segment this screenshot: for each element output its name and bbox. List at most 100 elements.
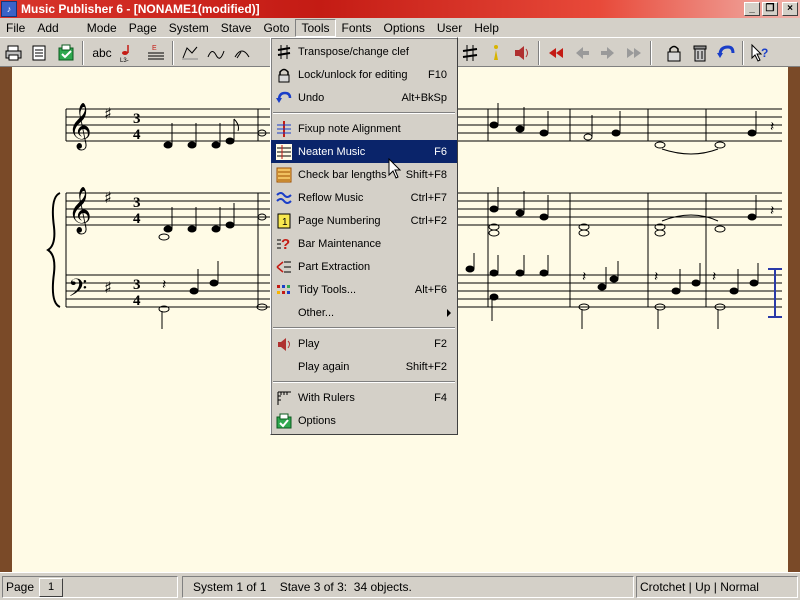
menu-item-play[interactable]: Play F2 [271, 332, 457, 355]
object-count: 34 objects. [353, 580, 412, 594]
menu-user[interactable]: User [431, 19, 468, 37]
menu-separator [271, 109, 457, 117]
svg-text:𝄽: 𝄽 [654, 269, 658, 285]
svg-text:E: E [152, 45, 157, 52]
page-number-icon: 1 [274, 211, 293, 230]
tie-icon[interactable] [232, 43, 252, 63]
note-info: Crotchet | Up | Normal [636, 576, 798, 598]
mouse-cursor-icon [388, 157, 402, 183]
menu-help[interactable]: Help [468, 19, 505, 37]
menu-item-bar-maintenance[interactable]: ? Bar Maintenance [271, 232, 457, 255]
close-button[interactable]: × [782, 2, 798, 16]
key-sharp-1: ♯ [104, 104, 112, 123]
brace [46, 192, 61, 308]
page-indicator: Page 1 [2, 576, 178, 598]
neaten-icon [274, 142, 293, 161]
beam-icon[interactable] [206, 43, 226, 63]
svg-text:𝄽: 𝄽 [712, 269, 716, 285]
text-button[interactable]: abc [89, 43, 115, 63]
svg-text:?: ? [281, 236, 290, 252]
lock-icon [274, 65, 293, 84]
menu-file[interactable]: File [0, 19, 31, 37]
back-icon[interactable] [572, 43, 592, 63]
menu-item-play-again[interactable]: Play again Shift+F2 [271, 355, 457, 378]
key-sharp-2: ♯ [104, 188, 112, 207]
menu-item-lock[interactable]: Lock/unlock for editing F10 [271, 63, 457, 86]
menu-item-undo[interactable]: Undo Alt+BkSp [271, 86, 457, 109]
minimize-button[interactable]: _ [744, 2, 760, 16]
menu-goto[interactable]: Goto [257, 19, 295, 37]
menu-item-options[interactable]: Options [271, 409, 457, 432]
time-sig-top-3: 3 [133, 277, 141, 293]
menu-item-tidy-tools[interactable]: Tidy Tools... Alt+F6 [271, 278, 457, 301]
menu-item-transpose[interactable]: Transpose/change clef [271, 40, 457, 63]
options-icon [274, 411, 293, 430]
menu-item-fixup-alignment[interactable]: Fixup note Alignment [271, 117, 457, 140]
lock-icon[interactable] [664, 43, 684, 63]
menu-item-check-bar-lengths[interactable]: Check bar lengths Shift+F8 [271, 163, 457, 186]
menu-bar: File Add Mode Page System Stave Goto Too… [0, 18, 800, 37]
notes-stave-1: 𝄽 [163, 103, 774, 155]
svg-text:1: 1 [282, 217, 288, 228]
svg-text:𝄽: 𝄽 [582, 269, 586, 285]
svg-text:𝄽: 𝄽 [770, 203, 774, 219]
stave-status: Stave 3 of 3: [279, 580, 348, 594]
sharp-icon [274, 42, 293, 61]
menu-fonts[interactable]: Fonts [336, 19, 378, 37]
options-icon[interactable] [56, 43, 76, 63]
fast-forward-icon[interactable] [624, 43, 644, 63]
time-sig-bottom-1: 4 [133, 127, 141, 143]
part-extraction-icon [274, 257, 293, 276]
speaker-icon[interactable] [512, 43, 532, 63]
page-setup-icon[interactable] [30, 43, 50, 63]
menu-item-with-rulers[interactable]: With Rulers F4 [271, 386, 457, 409]
menu-item-neaten-music[interactable]: Neaten Music F6 [271, 140, 457, 163]
chord-icon[interactable]: E [146, 43, 166, 63]
rewind-icon[interactable] [546, 43, 566, 63]
svg-text:?: ? [761, 46, 768, 60]
page-label: Page [6, 580, 35, 594]
menu-item-page-numbering[interactable]: 1 Page Numbering Ctrl+F2 [271, 209, 457, 232]
notes-stave-2: 𝄽 [158, 187, 774, 241]
menu-add[interactable]: Add [31, 19, 64, 37]
bass-clef: 𝄢 [68, 274, 87, 309]
menu-item-part-extraction[interactable]: Part Extraction [271, 255, 457, 278]
undo-icon [274, 88, 293, 107]
key-sharp-3: ♯ [104, 278, 112, 297]
menu-stave[interactable]: Stave [215, 19, 258, 37]
bar-check-icon [274, 165, 293, 184]
submenu-arrow-icon [447, 309, 451, 317]
menu-options[interactable]: Options [378, 19, 431, 37]
time-sig-top-2: 3 [133, 195, 141, 211]
menu-page[interactable]: Page [123, 19, 163, 37]
menu-item-other[interactable]: Other... [271, 301, 457, 324]
time-sig-bottom-2: 4 [133, 211, 141, 227]
menu-item-reflow-music[interactable]: Reflow Music Ctrl+F7 [271, 186, 457, 209]
menu-separator [271, 378, 457, 386]
system-status: System 1 of 1 [193, 580, 267, 594]
music-publisher-icon[interactable]: ♪ [1, 1, 17, 17]
menu-system[interactable]: System [163, 19, 215, 37]
menu-mode[interactable]: Mode [81, 19, 123, 37]
time-sig-bottom-3: 4 [133, 293, 141, 309]
help-icon[interactable]: ? [750, 43, 770, 63]
treble-clef-1: 𝄞 [68, 103, 92, 151]
menu-tools[interactable]: Tools [295, 18, 336, 37]
treble-clef-2: 𝄞 [68, 187, 92, 235]
tidy-icon [274, 280, 293, 299]
time-sig-top-1: 3 [133, 111, 141, 127]
note-icon[interactable]: L3- [118, 43, 138, 63]
forward-icon[interactable] [598, 43, 618, 63]
status-bar: Page 1 System 1 of 1 Stave 3 of 3: 34 ob… [0, 572, 800, 600]
slur-icon[interactable] [180, 43, 200, 63]
info-icon[interactable] [486, 43, 506, 63]
trash-icon[interactable] [690, 43, 710, 63]
print-icon[interactable] [4, 43, 24, 63]
restore-button[interactable]: ❐ [762, 2, 778, 16]
undo-icon[interactable] [716, 43, 736, 63]
bar-maintenance-icon: ? [274, 234, 293, 253]
sharp-icon[interactable] [460, 43, 480, 63]
status-info: System 1 of 1 Stave 3 of 3: 34 objects. [182, 576, 634, 598]
page-tab[interactable]: 1 [39, 578, 63, 597]
svg-text:𝄽: 𝄽 [162, 277, 166, 293]
